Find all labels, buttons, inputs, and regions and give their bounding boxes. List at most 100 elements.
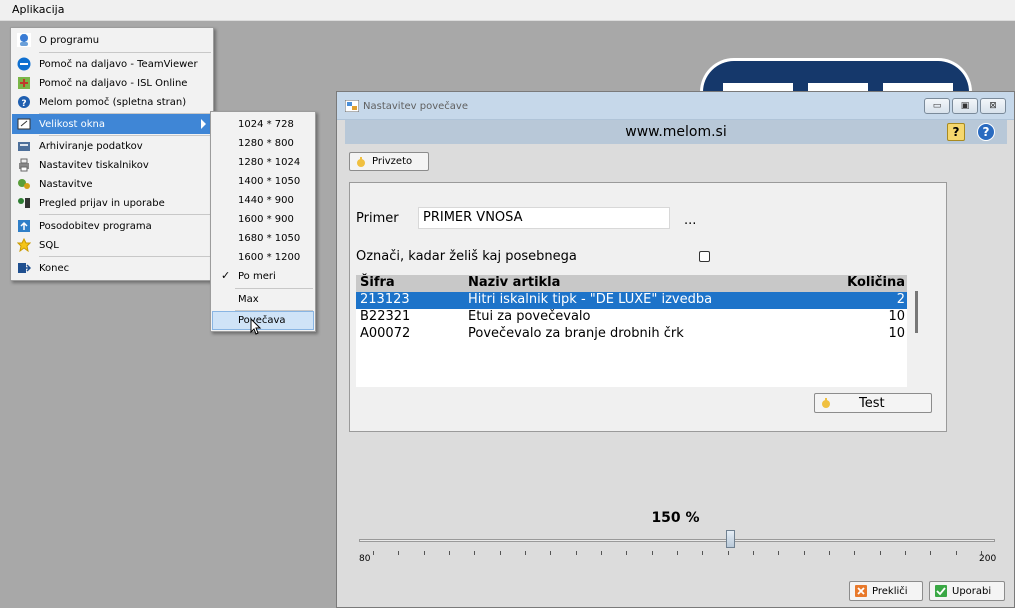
zoom-tick [803,551,805,555]
zoom-tick [499,551,501,555]
zoom-tick [955,551,957,555]
submenu-item-povecava[interactable]: Povečava [212,311,314,330]
hand-pointer-icon [820,397,832,409]
submenu-item-1280x1024[interactable]: 1280 * 1024 [212,153,314,172]
submenu-item-1400x1050[interactable]: 1400 * 1050 [212,172,314,191]
menu-item-konec[interactable]: Konec [12,258,212,278]
bottom-bar: Prekliči Uporabi [337,576,1014,607]
zoom-slider-track[interactable] [359,539,995,542]
submenu-item-1600x900[interactable]: 1600 * 900 [212,210,314,229]
submenu-item-1600x1200[interactable]: 1600 * 1200 [212,248,314,267]
zoom-tick [423,551,425,555]
nastavitev-povecave-window: Nastavitev povečave ▭ ▣ ⊠ www.melom.si ?… [336,91,1015,608]
window-size-icon [17,117,31,131]
zoom-tick [702,551,704,555]
menu-item-arhiviranje[interactable]: Arhiviranje podatkov [12,136,212,156]
zoom-tick [879,551,881,555]
zoom-min-label: 80 [359,554,371,564]
update-icon [17,219,31,233]
mouse-cursor-icon [250,318,262,335]
info-user-icon [17,33,31,47]
zoom-tick [449,551,450,555]
apply-button[interactable]: Uporabi [929,581,1005,601]
menu-item-o-programu[interactable]: O programu [12,30,212,50]
menu-aplikacija[interactable]: Aplikacija [10,3,66,16]
zoom-tick [930,551,932,555]
close-button[interactable]: ⊠ [980,98,1006,114]
menu-item-sql[interactable]: SQL [12,235,212,255]
zoom-tick [398,551,400,555]
privzeto-button[interactable]: Privzeto [349,152,429,171]
svg-text:?: ? [21,99,26,109]
zoom-tick [854,551,856,555]
zoom-percent-label: 150 % [651,510,700,526]
exit-icon [17,261,32,275]
table-row[interactable]: 213123 Hitri iskalnik tipk - "DE LUXE" i… [356,292,907,309]
zoom-tick [651,551,653,555]
zoom-tick [829,551,830,555]
menu-item-tiskalniki[interactable]: Nastavitev tiskalnikov [12,155,212,175]
zoom-tick [601,551,602,555]
header-strip: www.melom.si ? ? [345,120,1007,144]
menu-item-melom-pomoc[interactable]: ? Melom pomoč (spletna stran) [12,92,212,112]
zoom-tick [626,551,628,555]
table-row[interactable]: B22321 Etui za povečevalo 10 [356,309,907,326]
zoom-max-label: 200 [979,554,997,564]
check-icon: ✓ [221,269,231,282]
settings-icon [17,177,31,191]
submenu-item-1440x900[interactable]: 1440 * 900 [212,191,314,210]
cancel-button[interactable]: Prekliči [849,581,923,601]
minimize-button[interactable]: ▭ [924,98,950,114]
cancel-x-icon [855,585,867,597]
menu-item-isl-online[interactable]: Pomoč na daljavo - ISL Online [12,73,212,93]
menu-item-teamviewer[interactable]: Pomoč na daljavo - TeamViewer [12,54,212,74]
teamviewer-icon [17,57,31,71]
primer-label: Primer [356,211,399,226]
zoom-slider-thumb[interactable] [726,530,735,548]
zoom-tick [677,551,678,555]
submenu-arrow-icon [201,119,206,129]
zoom-tick [727,551,729,555]
sql-star-icon [16,237,32,253]
context-help-icon[interactable]: ? [947,123,965,141]
submenu-item-1024x728[interactable]: 1024 * 728 [212,115,314,134]
primer-input[interactable]: PRIMER VNOSA [418,207,670,229]
special-checkbox[interactable] [699,251,710,262]
menu-item-nastavitve[interactable]: Nastavitve [12,174,212,194]
test-button[interactable]: Test [814,393,932,413]
items-table: Šifra Naziv artikla Količina 213123 Hitr… [356,275,907,387]
col-sifra-header[interactable]: Šifra [360,275,395,290]
help-icon: ? [17,95,31,109]
window-titlebar[interactable]: Nastavitev povečave ▭ ▣ ⊠ [337,92,1014,120]
site-url: www.melom.si [625,124,727,140]
submenu-item-1680x1050[interactable]: 1680 * 1050 [212,229,314,248]
window-app-icon [344,99,360,113]
zoom-tick [525,551,526,555]
aplikacija-menu: O programu Pomoč na daljavo - TeamViewer… [10,27,214,281]
zoom-tick [474,551,476,555]
isl-online-icon [17,76,31,90]
login-review-icon [17,196,31,210]
menubar: Aplikacija [0,0,1015,21]
menu-item-pregled-prijav[interactable]: Pregled prijav in uporabe [12,193,212,213]
menu-item-velikost-okna[interactable]: Velikost okna [12,114,212,134]
col-naziv-header[interactable]: Naziv artikla [468,275,560,290]
zoom-tick [778,551,780,555]
zoom-tick [550,551,552,555]
maximize-button[interactable]: ▣ [952,98,978,114]
ellipsis-button[interactable]: ... [684,213,696,228]
col-kolicina-header[interactable]: Količina [847,275,905,290]
help-button-icon[interactable]: ? [977,123,995,141]
window-title: Nastavitev povečave [363,101,468,112]
menu-item-posodobitev[interactable]: Posodobitev programa [12,216,212,236]
submenu-item-1280x800[interactable]: 1280 * 800 [212,134,314,153]
table-row[interactable]: A00072 Povečevalo za branje drobnih črk … [356,326,907,343]
checkbox-label: Označi, kadar želiš kaj posebnega [356,249,577,264]
submenu-item-po-meri[interactable]: ✓ Po meri [212,267,314,286]
submenu-item-max[interactable]: Max [212,290,314,309]
printer-icon [17,158,31,172]
table-scrollbar[interactable] [915,291,918,333]
velikost-okna-submenu: 1024 * 728 1280 * 800 1280 * 1024 1400 *… [210,111,316,332]
apply-check-icon [935,585,947,597]
table-header: Šifra Naziv artikla Količina [356,275,907,292]
